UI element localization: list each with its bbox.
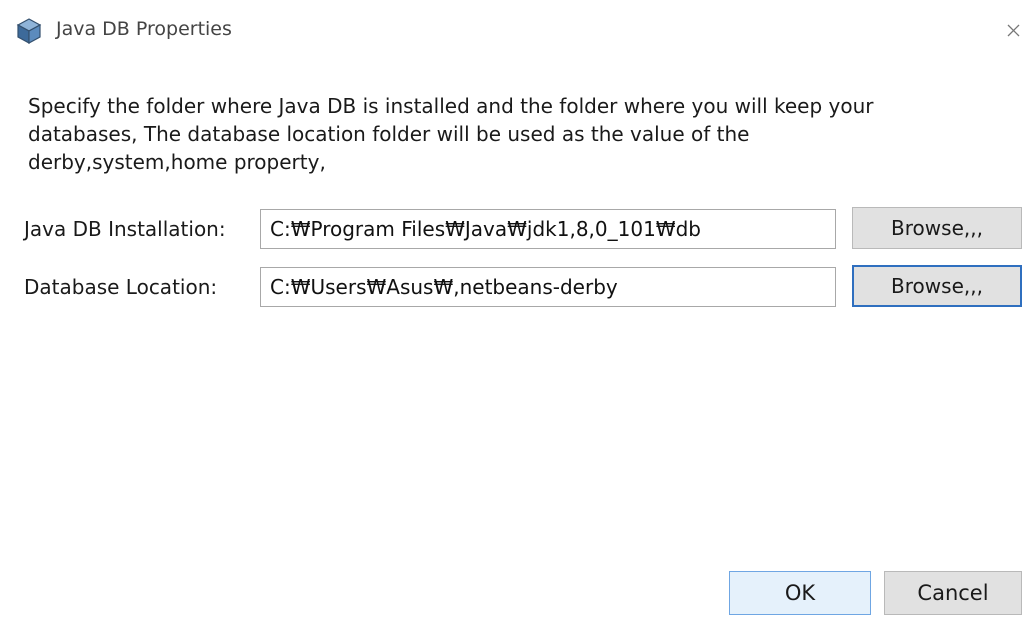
description-line: derby,system,home property, xyxy=(28,150,326,174)
location-label: Database Location: xyxy=(24,275,218,299)
dialog-content: Specify the folder where Java DB is inst… xyxy=(0,62,1024,623)
cancel-button[interactable]: Cancel xyxy=(884,571,1022,615)
ok-button[interactable]: OK xyxy=(729,571,871,615)
close-icon[interactable] xyxy=(992,12,1024,50)
description-text: Specify the folder where Java DB is inst… xyxy=(28,92,1018,176)
description-line: databases, The database location folder … xyxy=(28,122,750,146)
title-bar: Java DB Properties xyxy=(0,0,1024,62)
java-db-cube-icon xyxy=(16,18,42,45)
installation-label: Java DB Installation: xyxy=(24,217,226,241)
location-path-input[interactable] xyxy=(260,267,836,307)
installation-browse-button[interactable]: Browse,,, xyxy=(852,207,1022,249)
description-line: Specify the folder where Java DB is inst… xyxy=(28,94,874,118)
window-title: Java DB Properties xyxy=(56,18,232,40)
installation-path-input[interactable] xyxy=(260,209,836,249)
location-browse-button[interactable]: Browse,,, xyxy=(852,265,1022,307)
